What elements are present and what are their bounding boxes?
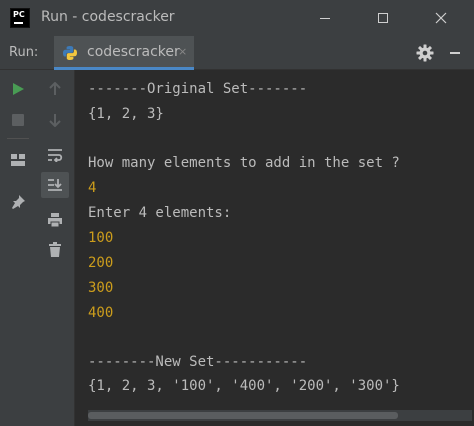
pycharm-logo-icon: PC [10, 8, 30, 28]
console-output[interactable]: -------Original Set------- {1, 2, 3} How… [76, 70, 474, 426]
run-toolbar-right [37, 70, 75, 426]
python-icon [63, 46, 77, 60]
title-bar: PC Run - codescracker [0, 0, 474, 36]
pin-icon[interactable] [8, 192, 28, 212]
console-line: {1, 2, 3, '100', '400', '200', '300'} [88, 378, 400, 394]
console-line: Enter 4 elements: [88, 205, 232, 221]
tab-label: codescracker [87, 44, 180, 60]
minimize-icon [320, 17, 330, 19]
console-line: {1, 2, 3} [88, 106, 164, 122]
down-arrow-icon[interactable] [45, 110, 65, 130]
horizontal-scrollbar[interactable] [88, 410, 472, 421]
minimize-window-button[interactable] [302, 0, 348, 36]
console-line: How many elements to add in the set ? [88, 155, 400, 171]
run-label: Run: [9, 45, 39, 60]
console-input-line: 200 [88, 255, 114, 271]
console-line: -------Original Set------- [88, 81, 308, 97]
maximize-icon [378, 13, 388, 23]
maximize-window-button[interactable] [360, 0, 406, 36]
run-toolbar-left [0, 70, 37, 426]
logo-text: PC [13, 10, 25, 19]
trash-icon[interactable] [45, 240, 65, 260]
console-input-line: 300 [88, 280, 114, 296]
rerun-icon[interactable] [8, 79, 28, 99]
console-line: --------New Set----------- [88, 354, 308, 370]
layout-icon[interactable] [8, 150, 28, 170]
console-input-line: 400 [88, 305, 114, 321]
window-title: Run - codescracker [41, 9, 175, 25]
console-input-line: 100 [88, 230, 114, 246]
scrollbar-thumb[interactable] [88, 412, 398, 419]
close-icon [435, 12, 447, 24]
console-input-line: 4 [88, 180, 97, 196]
gear-icon[interactable] [416, 44, 434, 62]
tab-codescracker[interactable]: codescracker × [54, 36, 194, 70]
tab-close-icon[interactable]: × [178, 45, 187, 58]
up-arrow-icon[interactable] [45, 79, 65, 99]
scroll-to-end-icon[interactable] [41, 172, 69, 198]
stop-icon[interactable] [8, 110, 28, 130]
close-window-button[interactable] [418, 0, 464, 36]
hide-panel-icon[interactable] [450, 52, 460, 54]
soft-wrap-icon[interactable] [45, 145, 65, 165]
run-tab-bar: Run: codescracker × [0, 36, 474, 70]
toolbar-divider [7, 138, 29, 139]
print-icon[interactable] [45, 210, 65, 230]
logo-stripe [14, 22, 23, 24]
